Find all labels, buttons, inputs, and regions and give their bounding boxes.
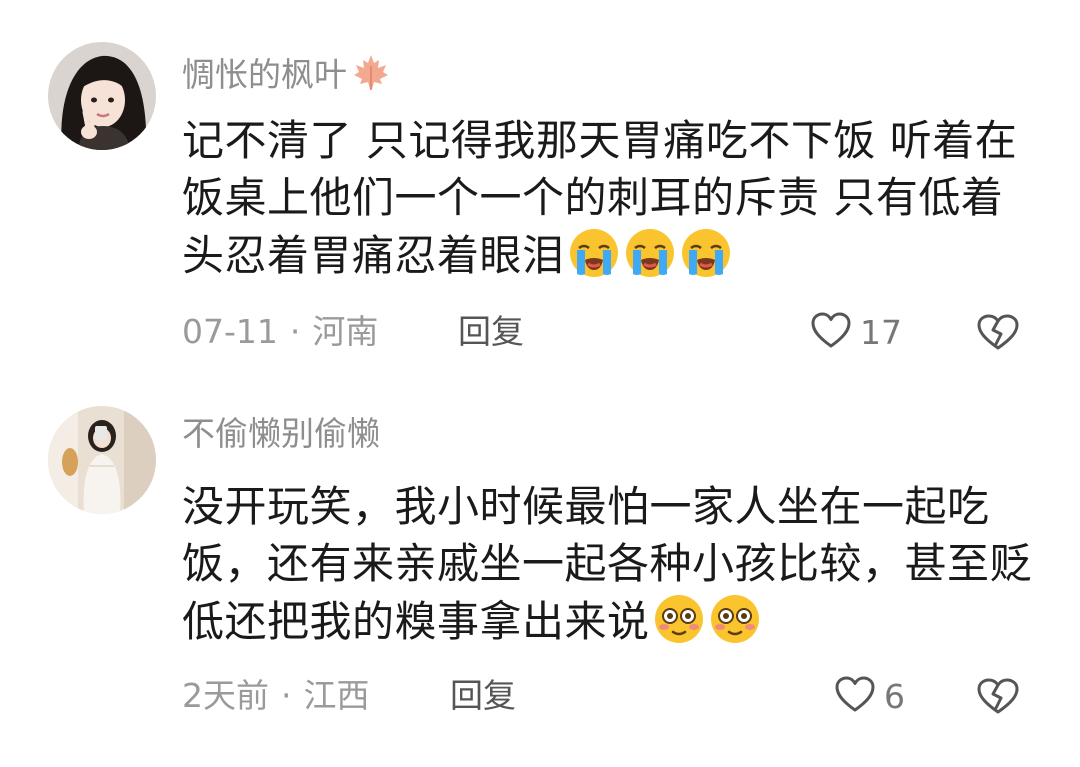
like-count: 17 [860, 312, 902, 352]
comment-meta: 2天前 · 江西 [182, 676, 370, 716]
comment-time: 2天前 [182, 676, 269, 715]
dislike-button[interactable] [976, 312, 1020, 352]
comment-item: 不偷懒别偷懒 没开玩笑，我小时候最怕一家人坐在一起吃饭，还有来亲戚坐一起各种小孩… [0, 380, 1080, 767]
flushed-face-icon [708, 592, 762, 646]
comment-meta: 07-11 · 河南 [182, 312, 378, 352]
username-text: 惆怅的枫叶 [182, 55, 347, 94]
reply-button[interactable]: 回复 [458, 312, 524, 352]
comment-time: 07-11 [182, 312, 278, 351]
heart-icon [834, 675, 876, 717]
meta-separator: · [281, 676, 292, 715]
dislike-button[interactable] [976, 676, 1020, 716]
username[interactable]: 惆怅的枫叶 [182, 52, 391, 101]
avatar[interactable] [48, 42, 156, 150]
flushed-face-icon [652, 592, 706, 646]
avatar[interactable] [48, 406, 156, 514]
loudly-crying-face-icon [567, 226, 621, 280]
loudly-crying-face-icon [679, 226, 733, 280]
like-button[interactable]: 6 [834, 676, 905, 716]
like-count: 6 [884, 676, 905, 716]
broken-heart-icon [976, 314, 1020, 356]
comment-item: 惆怅的枫叶 记不清了 只记得我那天胃痛吃不下饭 听着在饭桌上他们一个一个的刺耳的… [0, 0, 1080, 380]
comment-body: 没开玩笑，我小时候最怕一家人坐在一起吃饭，还有来亲戚坐一起各种小孩比较，甚至贬低… [182, 482, 1033, 646]
username[interactable]: 不偷懒别偷懒 [182, 414, 380, 454]
heart-icon [810, 311, 852, 353]
comment-location: 河南 [312, 312, 379, 351]
loudly-crying-face-icon [623, 226, 677, 280]
comment-text: 没开玩笑，我小时候最怕一家人坐在一起吃饭，还有来亲戚坐一起各种小孩比较，甚至贬低… [182, 478, 1032, 650]
comment-text: 记不清了 只记得我那天胃痛吃不下饭 听着在饭桌上他们一个一个的刺耳的斥责 只有低… [182, 112, 1032, 284]
broken-heart-icon [976, 678, 1020, 720]
meta-separator: · [289, 312, 301, 351]
maple-leaf-icon [351, 52, 391, 101]
like-button[interactable]: 17 [810, 312, 902, 352]
comment-location: 江西 [303, 676, 370, 715]
reply-button[interactable]: 回复 [450, 676, 516, 716]
